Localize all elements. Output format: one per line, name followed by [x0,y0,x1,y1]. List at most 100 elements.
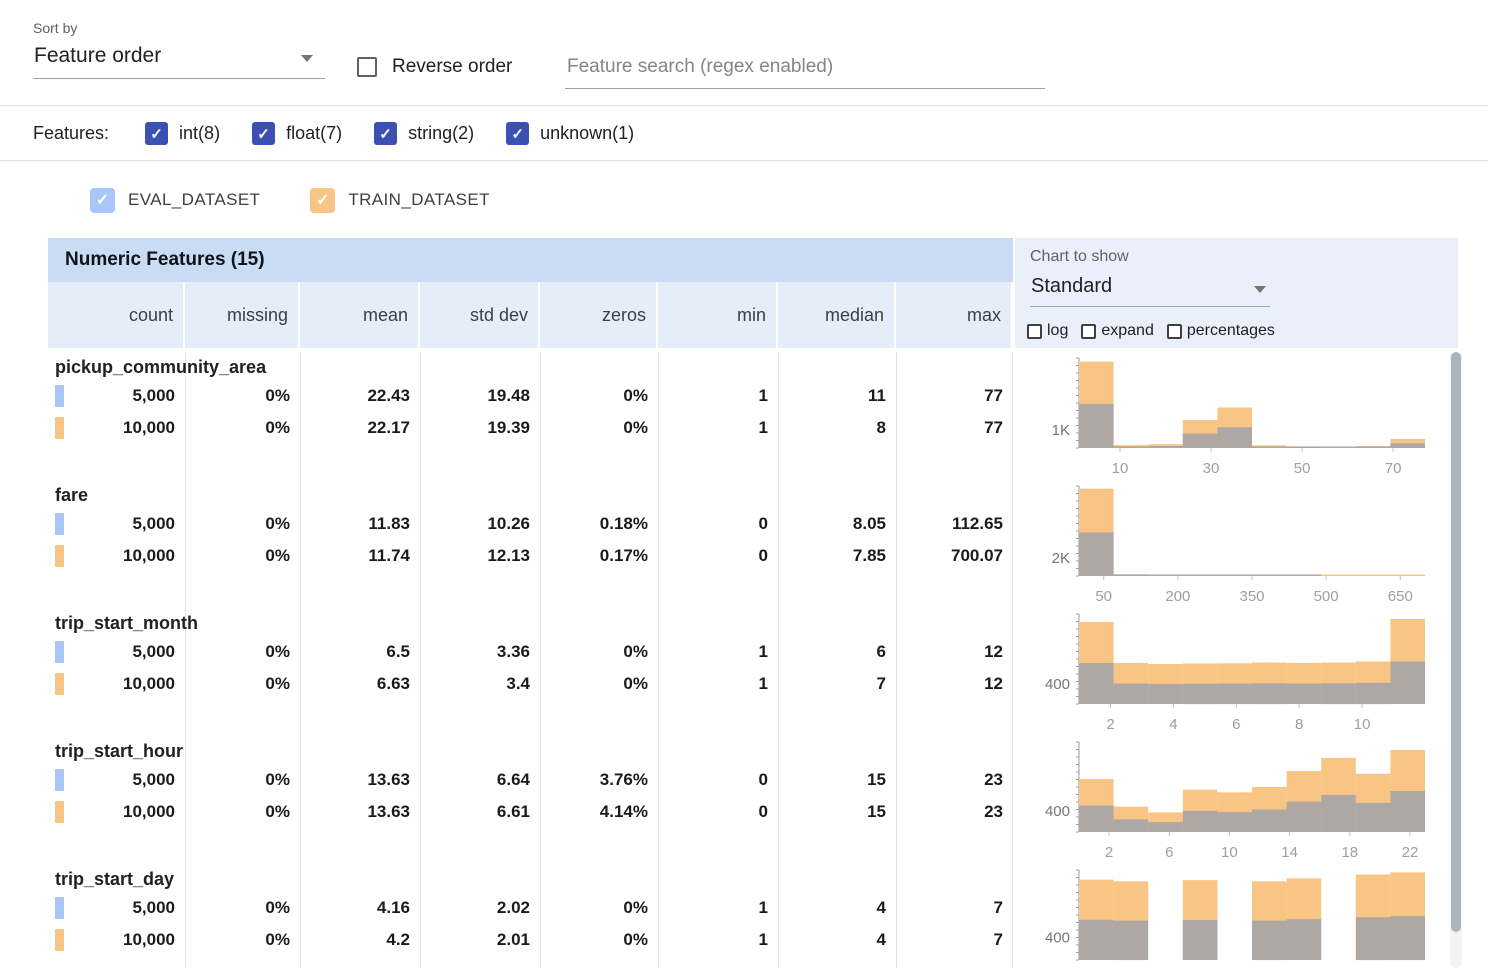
stat-mean: 22.43 [300,386,420,406]
stat-zeros: 0.18% [540,514,658,534]
stat-median: 4 [778,930,896,950]
stat-zeros: 0% [540,386,658,406]
stat-min: 1 [658,898,778,918]
stat-min: 1 [658,386,778,406]
stat-min: 0 [658,514,778,534]
numeric-features-table: Numeric Features (15) count missing mean… [48,238,1458,968]
svg-text:18: 18 [1341,844,1358,861]
expand-option[interactable]: expand [1081,322,1154,340]
chart-type-select[interactable]: Standard [1030,271,1270,307]
svg-text:200: 200 [1165,588,1190,605]
eval-dataset-label: EVAL_DATASET [128,190,260,210]
stat-stddev: 3.4 [420,674,540,694]
log-checkbox[interactable] [1027,324,1042,339]
stat-min: 1 [658,418,778,438]
charts-column: 1K10305070 2K50200350500650 400246810 40… [1013,352,1458,968]
svg-text:30: 30 [1203,460,1220,477]
stat-stddev: 2.02 [420,898,540,918]
percentages-label: percentages [1187,322,1275,340]
filter-float[interactable]: ✓ float(7) [252,122,342,145]
stat-max: 700.07 [896,546,1013,566]
percentages-checkbox[interactable] [1167,324,1182,339]
stat-mean: 11.83 [300,514,420,534]
stats-header: Numeric Features (15) count missing mean… [48,238,1013,348]
filter-string-label: string(2) [408,123,474,144]
filter-string[interactable]: ✓ string(2) [374,122,474,145]
stat-zeros: 0% [540,898,658,918]
column-header-stddev: std dev [420,282,540,348]
feature-search-input[interactable] [565,50,1045,89]
svg-text:400: 400 [1045,676,1070,693]
float-checkbox[interactable]: ✓ [252,122,275,145]
train-dataset-marker [55,673,64,695]
eval-stats-row: 5,000 0% 22.43 19.48 0% 1 11 77 [48,380,1013,412]
facets-overview-app: Sort by Feature order Reverse order Feat… [0,0,1488,968]
stat-count: 10,000 [48,930,185,950]
reverse-order-label: Reverse order [392,56,512,78]
stat-missing: 0% [185,898,300,918]
eval-stats-row: 5,000 0% 6.5 3.36 0% 1 6 12 [48,636,1013,668]
table-header: Numeric Features (15) count missing mean… [48,238,1458,348]
stat-count: 10,000 [48,546,185,566]
check-icon: ✓ [96,190,109,210]
stat-max: 23 [896,802,1013,822]
chevron-down-icon [301,55,313,62]
svg-text:22: 22 [1402,844,1419,861]
stat-stddev: 12.13 [420,546,540,566]
eval-stats-row: 5,000 0% 4.16 2.02 0% 1 4 7 [48,892,1013,924]
stat-stddev: 19.39 [420,418,540,438]
feature-name: fare [48,482,1013,508]
eval-dataset-toggle[interactable]: ✓ EVAL_DATASET [90,188,260,213]
svg-text:6: 6 [1165,844,1173,861]
log-option[interactable]: log [1027,322,1068,340]
svg-text:2K: 2K [1052,550,1070,567]
dataset-legend: ✓ EVAL_DATASET ✓ TRAIN_DATASET [90,162,540,238]
int-checkbox[interactable]: ✓ [145,122,168,145]
stat-median: 7 [778,674,896,694]
column-header-missing: missing [185,282,300,348]
svg-text:14: 14 [1281,844,1298,861]
feature-block: trip_start_hour 5,000 0% 13.63 6.64 3.76… [48,736,1013,864]
svg-text:6: 6 [1232,716,1240,733]
stat-count: 10,000 [48,418,185,438]
sort-by-select[interactable]: Feature order [33,38,325,79]
stat-zeros: 0% [540,930,658,950]
stat-stddev: 2.01 [420,930,540,950]
reverse-order-control: Reverse order [357,56,512,78]
feature-block: pickup_community_area 5,000 0% 22.43 19.… [48,352,1013,480]
filter-unknown[interactable]: ✓ unknown(1) [506,122,634,145]
train-dataset-marker [55,545,64,567]
stat-zeros: 4.14% [540,802,658,822]
expand-label: expand [1101,322,1154,340]
stat-stddev: 19.48 [420,386,540,406]
stat-zeros: 3.76% [540,770,658,790]
stat-count: 10,000 [48,802,185,822]
stat-count: 10,000 [48,674,185,694]
table-body: pickup_community_area 5,000 0% 22.43 19.… [48,352,1458,968]
scrollbar[interactable] [1450,352,1462,968]
stat-missing: 0% [185,802,300,822]
filter-int[interactable]: ✓ int(8) [145,122,220,145]
expand-checkbox[interactable] [1081,324,1096,339]
stat-missing: 0% [185,386,300,406]
train-dataset-marker [55,417,64,439]
scrollbar-thumb[interactable] [1451,352,1461,932]
stat-missing: 0% [185,642,300,662]
stat-mean: 11.74 [300,546,420,566]
feature-search [565,50,1045,89]
train-dataset-toggle[interactable]: ✓ TRAIN_DATASET [310,188,490,213]
eval-dataset-checkbox[interactable]: ✓ [90,188,115,213]
table-title-bar: Numeric Features (15) [48,238,1013,282]
train-dataset-checkbox[interactable]: ✓ [310,188,335,213]
unknown-checkbox[interactable]: ✓ [506,122,529,145]
string-checkbox[interactable]: ✓ [374,122,397,145]
feature-name: trip_start_month [48,610,1013,636]
reverse-order-checkbox[interactable] [357,57,377,77]
stat-median: 15 [778,802,896,822]
percentages-option[interactable]: percentages [1167,322,1275,340]
histogram-chart-trip-start-day: 400 [1013,864,1458,968]
chevron-down-icon [1254,286,1266,293]
feature-name: pickup_community_area [48,354,1013,380]
stat-stddev: 6.61 [420,802,540,822]
feature-name: trip_start_day [48,866,1013,892]
